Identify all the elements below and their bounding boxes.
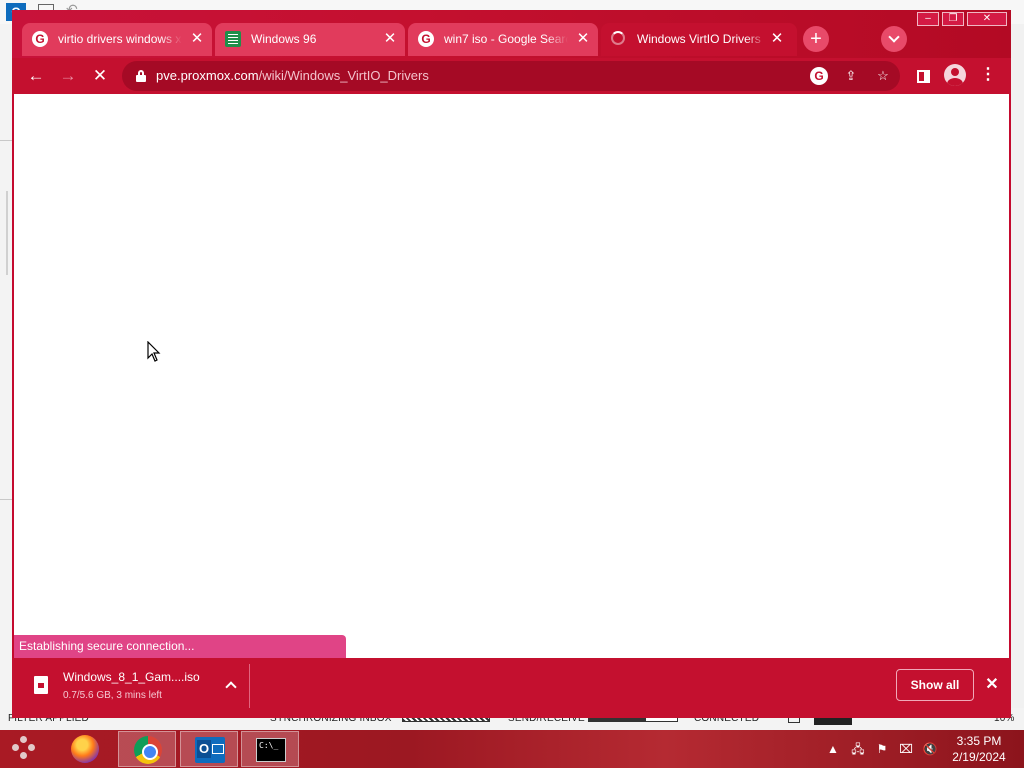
back-button[interactable]: ← <box>23 63 49 89</box>
loading-status-bubble: Establishing secure connection... <box>14 635 346 658</box>
minimize-button[interactable]: – <box>917 12 939 26</box>
google-lens-icon[interactable]: G <box>810 67 828 85</box>
google-g-icon: G <box>418 31 434 47</box>
outlook-icon <box>195 737 225 763</box>
taskbar-chrome[interactable] <box>118 731 176 767</box>
mouse-cursor-icon <box>147 341 161 362</box>
tab-search-button[interactable] <box>881 26 907 52</box>
taskbar-outlook[interactable] <box>180 731 238 767</box>
close-tab-icon[interactable]: ✕ <box>768 30 786 48</box>
lock-icon[interactable] <box>136 70 146 82</box>
bookmark-star-icon[interactable]: ☆ <box>874 67 892 85</box>
tab-title: Windows 96 <box>251 32 375 46</box>
url-path: /wiki/Windows_VirtIO_Drivers <box>258 68 429 83</box>
close-tab-icon[interactable]: ✕ <box>381 30 399 48</box>
download-item[interactable]: Windows_8_1_Gam....iso 0.7/5.6 GB, 3 min… <box>26 666 252 710</box>
chevron-up-icon[interactable] <box>224 678 238 692</box>
action-center-flag-icon[interactable]: ⚑ <box>873 730 891 768</box>
download-filename: Windows_8_1_Gam....iso <box>63 670 200 684</box>
download-status: 0.7/5.6 GB, 3 mins left <box>63 690 162 701</box>
chrome-icon <box>134 736 162 764</box>
address-bar[interactable]: pve.proxmox.com/wiki/Windows_VirtIO_Driv… <box>122 61 900 91</box>
clock-date: 2/19/2024 <box>952 750 1006 764</box>
tab-strip: G virtio drivers windows xp ✕ Windows 96… <box>12 10 1011 60</box>
new-tab-button[interactable]: + <box>803 26 829 52</box>
download-bar: Windows_8_1_Gam....iso 0.7/5.6 GB, 3 min… <box>12 658 1011 718</box>
clock-time: 3:35 PM <box>956 734 1002 748</box>
command-prompt-icon: C:\_ <box>256 738 286 762</box>
taskbar-firefox[interactable] <box>56 731 114 767</box>
side-panel-icon[interactable] <box>917 70 930 83</box>
speaker-muted-icon[interactable]: 🔇 <box>921 730 939 768</box>
taskbar-command-prompt[interactable]: C:\_ <box>241 731 299 767</box>
tab-title: Windows VirtIO Drivers <box>637 32 767 46</box>
chrome-window: G virtio drivers windows xp ✕ Windows 96… <box>12 10 1011 718</box>
close-tab-icon[interactable]: ✕ <box>188 30 206 48</box>
firefox-icon <box>71 735 99 763</box>
page-content[interactable]: Establishing secure connection... <box>14 94 1009 658</box>
url-text[interactable]: pve.proxmox.com/wiki/Windows_VirtIO_Driv… <box>156 68 429 83</box>
tab-windows-virtio-drivers[interactable]: Windows VirtIO Drivers ✕ <box>601 23 797 56</box>
show-all-downloads-button[interactable]: Show all <box>896 669 974 701</box>
close-download-bar-icon[interactable]: ✕ <box>982 675 1002 695</box>
close-window-button[interactable]: ✕ <box>967 12 1007 26</box>
file-icon <box>34 676 48 694</box>
start-button[interactable] <box>8 734 42 764</box>
system-clock[interactable]: 3:35 PM 2/19/2024 <box>944 733 1014 765</box>
profile-avatar[interactable] <box>944 64 966 86</box>
loading-spinner-icon <box>611 31 625 45</box>
background-left-pane <box>0 140 12 500</box>
browser-toolbar: ← → ✕ pve.proxmox.com/wiki/Windows_VirtI… <box>12 58 1011 94</box>
power-icon[interactable]: ⌧ <box>897 730 915 768</box>
chrome-menu-icon[interactable]: ⋮ <box>978 64 998 86</box>
network-icon[interactable]: 🖧 <box>849 730 867 768</box>
taskbar: C:\_ ▲ 🖧 ⚑ ⌧ 🔇 3:35 PM 2/19/2024 <box>0 730 1024 768</box>
close-tab-icon[interactable]: ✕ <box>574 30 592 48</box>
show-hidden-icons-icon[interactable]: ▲ <box>826 730 840 768</box>
tab-title: virtio drivers windows xp <box>58 32 182 46</box>
tab-win7-iso-search[interactable]: G win7 iso - Google Search ✕ <box>408 23 598 56</box>
tab-title: win7 iso - Google Search <box>444 32 568 46</box>
sheet-icon <box>225 31 241 47</box>
tab-virtio-search[interactable]: G virtio drivers windows xp ✕ <box>22 23 212 56</box>
url-host: pve.proxmox.com <box>156 68 259 83</box>
google-g-icon: G <box>32 31 48 47</box>
download-divider <box>249 664 250 708</box>
stop-loading-button[interactable]: ✕ <box>87 63 113 89</box>
background-right-edge <box>1010 24 1024 714</box>
share-icon[interactable]: ⇪ <box>842 67 860 85</box>
tab-windows-96[interactable]: Windows 96 ✕ <box>215 23 405 56</box>
forward-button[interactable]: → <box>55 63 81 89</box>
maximize-button[interactable]: ❐ <box>942 12 964 26</box>
